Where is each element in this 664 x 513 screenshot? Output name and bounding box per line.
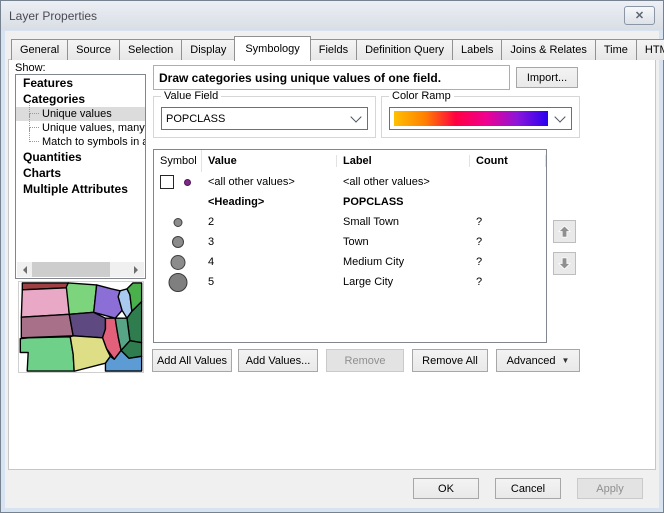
show-tree: Features Categories Unique values Unique… <box>15 74 146 279</box>
tab-time[interactable]: Time <box>595 39 637 60</box>
tree-horizontal-scrollbar[interactable] <box>17 262 144 277</box>
advanced-button[interactable]: Advanced ▼ <box>496 349 580 372</box>
scroll-left-icon <box>19 266 27 274</box>
values-table: Symbol Value Label Count <all other valu… <box>153 149 547 343</box>
value-field-group: Value Field POPCLASS <box>153 96 376 138</box>
state-green-top <box>66 283 96 314</box>
tab-fields[interactable]: Fields <box>310 39 357 60</box>
cancel-button[interactable]: Cancel <box>495 478 561 499</box>
value-field-dropdown[interactable]: POPCLASS <box>161 107 368 130</box>
remove-button[interactable]: Remove <box>326 349 404 372</box>
tab-definition-query[interactable]: Definition Query <box>356 39 453 60</box>
symbology-page: Show: Features Categories Unique values … <box>8 59 656 470</box>
state-pink <box>21 288 69 317</box>
close-icon: ✕ <box>635 9 644 22</box>
add-all-values-button[interactable]: Add All Values <box>152 349 232 372</box>
header-symbol: Symbol <box>154 150 202 172</box>
header-label: Label <box>337 155 470 167</box>
states-map-image <box>19 282 143 372</box>
tab-selection[interactable]: Selection <box>119 39 182 60</box>
header-value: Value <box>202 155 337 167</box>
color-ramp-dropdown[interactable] <box>389 107 572 130</box>
chevron-down-icon <box>350 111 361 122</box>
tab-general[interactable]: General <box>11 39 68 60</box>
chevron-down-icon <box>554 111 565 122</box>
close-button[interactable]: ✕ <box>624 6 655 25</box>
window-title: Layer Properties <box>9 9 97 23</box>
tab-symbology[interactable]: Symbology <box>234 36 310 61</box>
remove-all-button[interactable]: Remove All <box>412 349 488 372</box>
tree-item-charts[interactable]: Charts <box>16 165 145 181</box>
arrow-up-icon <box>558 225 571 238</box>
color-ramp-swatch <box>394 111 548 126</box>
tree-item-features[interactable]: Features <box>16 75 145 91</box>
circle-symbol-icon[interactable] <box>172 236 184 248</box>
table-row[interactable]: 2 Small Town ? <box>154 212 546 232</box>
dialog-body: General Source Selection Display Symbolo… <box>5 31 659 508</box>
map-preview <box>18 281 144 373</box>
tree-item-match-to-symbols[interactable]: Match to symbols in a <box>16 135 145 149</box>
state-green-bottom <box>20 337 74 371</box>
arrow-down-icon <box>558 257 571 270</box>
tab-joins-relates[interactable]: Joins & Relates <box>501 39 595 60</box>
circle-symbol-icon[interactable] <box>174 218 183 227</box>
state-violet <box>94 285 122 318</box>
value-field-label: Value Field <box>161 90 221 102</box>
all-other-values-symbol-icon[interactable] <box>184 179 191 186</box>
add-values-button[interactable]: Add Values... <box>238 349 318 372</box>
value-field-value: POPCLASS <box>166 113 352 125</box>
titlebar[interactable]: Layer Properties ✕ <box>1 1 663 30</box>
tab-html-popup[interactable]: HTML Popup <box>636 39 664 60</box>
state-darkpurple <box>69 312 105 337</box>
method-description: Draw categories using unique values of o… <box>153 65 510 90</box>
table-header-row: Symbol Value Label Count <box>154 150 546 172</box>
table-row[interactable]: <all other values> <all other values> <box>154 172 546 192</box>
dropdown-caret-icon: ▼ <box>562 356 570 365</box>
all-other-values-checkbox[interactable] <box>160 175 174 189</box>
circle-symbol-icon[interactable] <box>171 255 186 270</box>
apply-button[interactable]: Apply <box>577 478 643 499</box>
layer-properties-dialog: Layer Properties ✕ General Source Select… <box>0 0 664 513</box>
table-row-heading[interactable]: <Heading> POPCLASS <box>154 192 546 212</box>
tab-labels[interactable]: Labels <box>452 39 502 60</box>
color-ramp-label: Color Ramp <box>389 90 454 102</box>
table-row[interactable]: 5 Large City ? <box>154 272 546 292</box>
scrollbar-thumb[interactable] <box>32 262 110 277</box>
table-row[interactable]: 3 Town ? <box>154 232 546 252</box>
state-yellow <box>70 336 110 371</box>
show-label: Show: <box>15 62 46 74</box>
tab-strip: General Source Selection Display Symbolo… <box>11 36 653 60</box>
import-button[interactable]: Import... <box>516 67 578 88</box>
circle-symbol-icon[interactable] <box>169 273 188 292</box>
move-up-button[interactable] <box>553 220 576 243</box>
move-down-button[interactable] <box>553 252 576 275</box>
header-count: Count <box>470 155 546 167</box>
state-mauve <box>21 314 73 337</box>
scroll-right-icon <box>134 266 142 274</box>
color-ramp-group: Color Ramp <box>381 96 580 138</box>
tree-item-quantities[interactable]: Quantities <box>16 149 145 165</box>
ok-button[interactable]: OK <box>413 478 479 499</box>
tab-source[interactable]: Source <box>67 39 120 60</box>
table-row[interactable]: 4 Medium City ? <box>154 252 546 272</box>
tree-item-multiple-attributes[interactable]: Multiple Attributes <box>16 181 145 197</box>
tab-display[interactable]: Display <box>181 39 235 60</box>
